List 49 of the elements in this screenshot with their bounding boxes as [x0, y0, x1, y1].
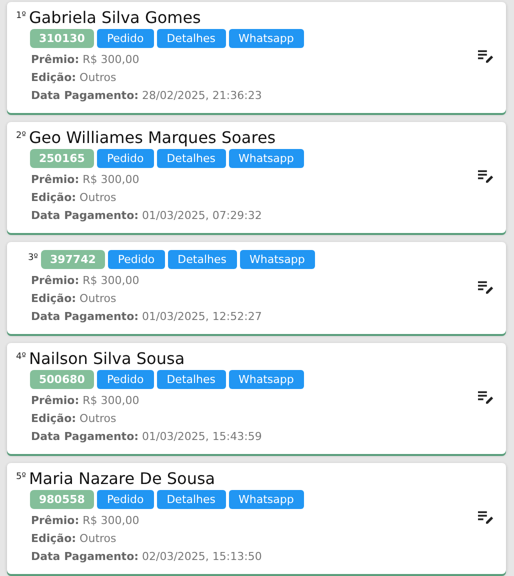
action-button[interactable]: Pedido	[96, 370, 154, 389]
winner-name: Geo Williames Marques Soares	[28, 128, 276, 147]
winner-name: Gabriela Silva Gomes	[28, 8, 201, 27]
detail-text: Data Pagamento: 01/03/2025, 12:52:27	[31, 310, 263, 323]
action-button[interactable]: Pedido	[108, 250, 165, 269]
action-button[interactable]: Pedido	[96, 149, 154, 168]
action-button[interactable]: Pedido	[96, 29, 154, 48]
action-button[interactable]: Whatsapp	[228, 490, 304, 509]
action-button[interactable]: Pedido	[96, 490, 154, 509]
detail-text: Edição: Outros	[31, 292, 118, 305]
edit-list-icon[interactable]	[478, 50, 494, 63]
action-button[interactable]: Whatsapp	[228, 370, 304, 389]
edit-list-icon[interactable]	[478, 511, 494, 524]
ticket-code: 250165	[30, 149, 94, 168]
detail-text: Edição: Outros	[31, 532, 118, 545]
rank-number: 2º	[16, 131, 26, 141]
action-button[interactable]: Detalhes	[156, 29, 226, 48]
rank-number: 3º	[28, 253, 38, 263]
detail-text: Prêmio: R$ 300,00	[31, 394, 140, 407]
detail-text: Data Pagamento: 02/03/2025, 15:13:50	[31, 550, 263, 563]
detail-text: Prêmio: R$ 300,00	[31, 514, 140, 527]
action-button[interactable]: Detalhes	[156, 490, 226, 509]
detail-text: Prêmio: R$ 300,00	[31, 173, 140, 186]
ticket-code: 500680	[30, 370, 94, 389]
detail-text: Prêmio: R$ 300,00	[31, 274, 140, 287]
detail-text: Edição: Outros	[31, 71, 118, 84]
detail-text: Data Pagamento: 01/03/2025, 07:29:32	[31, 209, 263, 222]
detail-text: Edição: Outros	[31, 412, 118, 425]
edit-list-icon[interactable]	[478, 280, 494, 294]
rank-number: 1º	[16, 11, 26, 21]
edit-list-icon[interactable]	[478, 391, 494, 404]
detail-text: Edição: Outros	[31, 191, 118, 204]
edit-list-icon[interactable]	[478, 170, 494, 183]
ticket-code: 397742	[40, 250, 105, 269]
ticket-code: 980558	[30, 490, 94, 509]
action-button[interactable]: Whatsapp	[240, 250, 315, 269]
action-button[interactable]: Whatsapp	[228, 29, 304, 48]
ticket-code: 310130	[30, 29, 94, 48]
winner-name: Maria Nazare De Sousa	[28, 469, 216, 488]
winner-name: Nailson Silva Sousa	[28, 349, 185, 368]
rank-number: 4º	[16, 352, 26, 362]
detail-text: Data Pagamento: 01/03/2025, 15:43:59	[31, 430, 263, 443]
detail-text: Prêmio: R$ 300,00	[31, 53, 140, 66]
action-button[interactable]: Whatsapp	[228, 149, 304, 168]
action-button[interactable]: Detalhes	[156, 149, 226, 168]
rank-number: 5º	[16, 472, 26, 482]
action-button[interactable]: Detalhes	[156, 370, 226, 389]
detail-text: Data Pagamento: 28/02/2025, 21:36:23	[31, 89, 263, 102]
action-button[interactable]: Detalhes	[168, 250, 236, 269]
